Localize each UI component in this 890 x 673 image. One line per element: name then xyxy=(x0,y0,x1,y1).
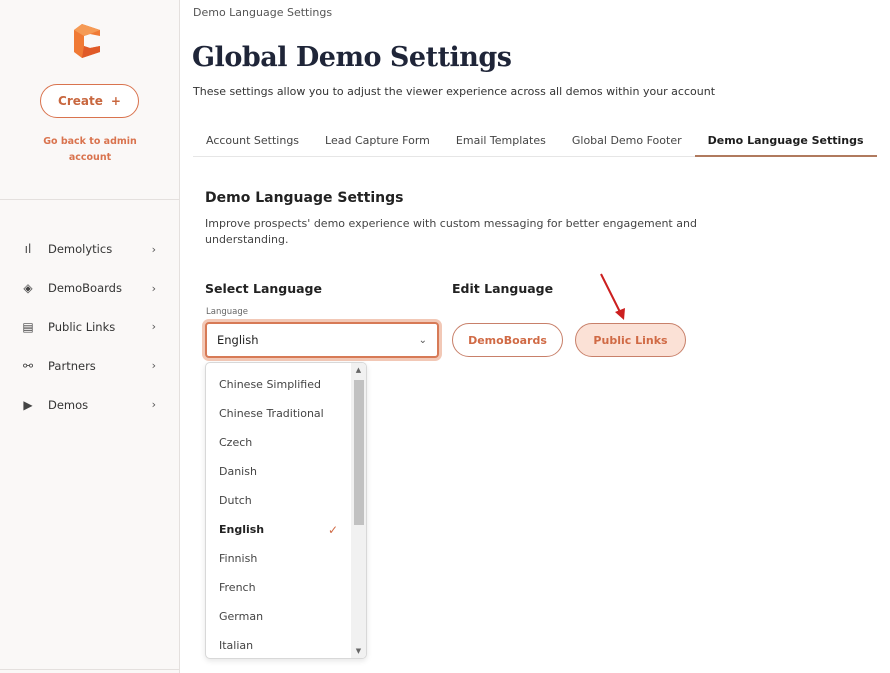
option-label: Danish xyxy=(219,465,257,478)
sidebar-item-public-links[interactable]: ▤ Public Links › xyxy=(0,308,180,347)
dropdown-option[interactable]: Chinese Traditional xyxy=(206,399,352,428)
scroll-down-icon[interactable]: ▼ xyxy=(351,647,366,655)
breadcrumb: Demo Language Settings xyxy=(193,6,333,19)
section-description: Improve prospects' demo experience with … xyxy=(205,217,697,246)
edit-language-heading: Edit Language xyxy=(452,281,554,296)
page-title: Global Demo Settings xyxy=(192,42,512,73)
dropdown-option[interactable]: German xyxy=(206,602,352,631)
option-label: French xyxy=(219,581,256,594)
language-select[interactable]: English ⌄ xyxy=(205,322,439,358)
option-label: Czech xyxy=(219,436,253,449)
section-title: Demo Language Settings xyxy=(205,190,404,206)
check-icon: ✓ xyxy=(327,522,338,537)
tab-lead-capture-form[interactable]: Lead Capture Form xyxy=(312,124,443,157)
chevron-right-icon: › xyxy=(151,281,156,295)
tab-account-settings[interactable]: Account Settings xyxy=(193,124,312,157)
scroll-up-icon[interactable]: ▲ xyxy=(351,366,366,374)
chevron-right-icon: › xyxy=(151,398,156,412)
tag-icon: ◈ xyxy=(23,281,33,296)
dropdown-option[interactable]: Finnish xyxy=(206,544,352,573)
play-circle-icon: ▶ xyxy=(23,397,33,412)
option-label: Chinese Simplified xyxy=(219,378,321,391)
dropdown-option[interactable]: Chinese Simplified xyxy=(206,370,352,399)
sidebar-item-demoboards[interactable]: ◈ DemoBoards › xyxy=(0,269,180,308)
page-subtitle: These settings allow you to adjust the v… xyxy=(193,85,716,98)
chevron-right-icon: › xyxy=(151,242,156,256)
settings-tabs: Account Settings Lead Capture Form Email… xyxy=(193,124,877,157)
tab-demo-language-settings[interactable]: Demo Language Settings xyxy=(694,124,877,157)
chevron-right-icon: › xyxy=(151,320,156,334)
network-icon: ⚯ xyxy=(22,358,34,373)
edit-demoboards-button[interactable]: DemoBoards xyxy=(452,323,563,357)
option-label: Dutch xyxy=(219,494,252,507)
plus-icon: + xyxy=(110,94,121,108)
dropdown-option[interactable]: Italian xyxy=(206,631,352,658)
sidebar-item-partners[interactable]: ⚯ Partners › xyxy=(0,346,180,385)
option-label: English xyxy=(219,523,265,536)
sidebar-nav: ıl Demolytics › ◈ DemoBoards › ▤ Public Links… xyxy=(0,230,180,424)
select-language-heading: Select Language xyxy=(205,281,322,296)
edit-public-links-button[interactable]: Public Links xyxy=(575,323,686,357)
back-to-admin-link[interactable]: Go back to admin account xyxy=(30,134,150,166)
scrollbar-thumb[interactable] xyxy=(354,380,364,525)
sidebar-item-label: Demolytics xyxy=(48,242,113,257)
sidebar-item-label: Demos xyxy=(48,397,89,412)
sidebar-divider xyxy=(0,199,180,200)
dropdown-option[interactable]: Czech xyxy=(206,428,352,457)
option-label: German xyxy=(219,610,264,623)
create-label: Create xyxy=(58,94,103,108)
sidebar-item-label: Partners xyxy=(48,358,96,373)
sidebar: Create + Go back to admin account ıl Demol… xyxy=(0,0,180,673)
option-label: Italian xyxy=(219,639,254,652)
dropdown-option[interactable]: Danish xyxy=(206,457,352,486)
storefront-icon: ▤ xyxy=(22,319,34,334)
company-logo xyxy=(74,24,100,58)
dropdown-option[interactable]: English ✓ xyxy=(206,515,352,544)
language-field-label: Language xyxy=(206,307,248,317)
option-label: Finnish xyxy=(219,552,258,565)
sidebar-item-demolytics[interactable]: ıl Demolytics › xyxy=(0,230,180,269)
dropdown-scrollbar[interactable]: ▲ ▼ xyxy=(351,363,366,658)
option-label: Chinese Traditional xyxy=(219,407,324,420)
sidebar-item-label: Public Links xyxy=(48,319,116,334)
bar-chart-icon: ıl xyxy=(24,242,32,257)
annotation-arrow xyxy=(600,273,625,320)
create-button[interactable]: Create + xyxy=(40,84,139,118)
dropdown-option[interactable]: French xyxy=(206,573,352,602)
tab-email-templates[interactable]: Email Templates xyxy=(443,124,559,157)
chevron-down-icon: ⌄ xyxy=(418,334,427,346)
sidebar-item-label: DemoBoards xyxy=(48,281,122,296)
dropdown-option[interactable]: Dutch xyxy=(206,486,352,515)
sidebar-bottom-divider xyxy=(0,669,180,670)
language-dropdown: Chinese Simplified Chinese Traditional Cze… xyxy=(205,362,367,659)
language-select-value: English xyxy=(217,333,259,347)
tab-global-demo-footer[interactable]: Global Demo Footer xyxy=(559,124,695,157)
chevron-right-icon: › xyxy=(151,359,156,373)
sidebar-item-demos[interactable]: ▶ Demos › xyxy=(0,385,180,424)
